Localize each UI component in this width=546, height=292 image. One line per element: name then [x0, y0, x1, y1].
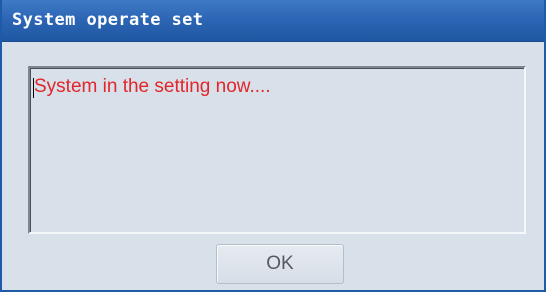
ok-button[interactable]: OK [216, 244, 344, 284]
dialog-titlebar[interactable]: System operate set [2, 0, 544, 42]
dialog-title: System operate set [12, 10, 204, 30]
system-operate-dialog: System operate set System in the setting… [0, 0, 546, 292]
status-message: System in the setting now.... [34, 76, 271, 97]
message-textbox[interactable]: System in the setting now.... [28, 66, 526, 234]
